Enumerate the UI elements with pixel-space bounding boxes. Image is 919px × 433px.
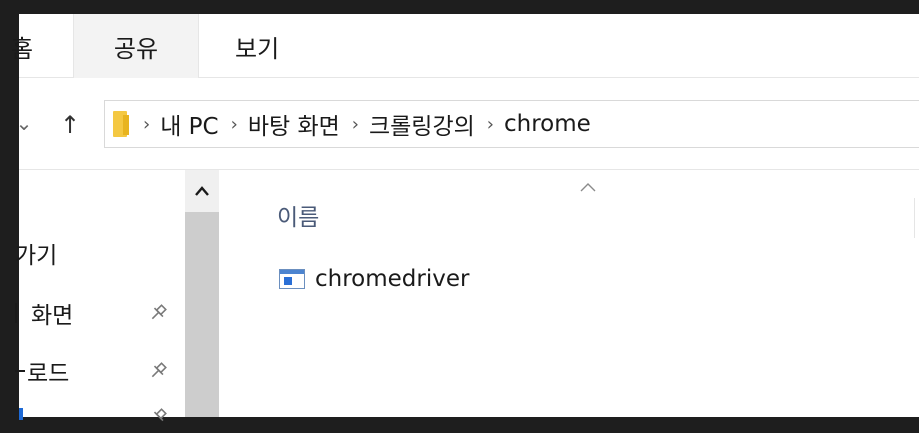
up-button[interactable]: ↑	[55, 110, 85, 140]
recent-locations-button[interactable]: ⌄	[13, 108, 35, 138]
chevron-right-icon[interactable]: ›	[231, 114, 238, 135]
nav-item-label: 로드	[27, 361, 70, 387]
pin-icon[interactable]	[142, 355, 173, 386]
file-item-chromedriver[interactable]: chromedriver	[279, 262, 469, 296]
chevron-down-icon: ⌄	[15, 111, 33, 135]
nav-item-downloads[interactable]: 로드	[15, 354, 69, 388]
breadcrumb-my-pc[interactable]: 내 PC	[160, 107, 218, 141]
tab-share-label: 공유	[113, 34, 159, 63]
file-explorer-window: 홈 공유 보기 ⌄ ↑ › 내 PC › 바탕 화면 › 크롤링강의 › chr…	[11, 14, 919, 422]
tab-view[interactable]: 보기	[199, 14, 319, 78]
chevron-right-icon: ›	[143, 113, 151, 135]
file-list: 이름 chromedriver	[219, 170, 919, 417]
arrow-up-icon: ↑	[59, 111, 81, 139]
truncated-glyph	[15, 370, 25, 372]
nav-item-label: 화면	[31, 303, 74, 329]
breadcrumb-chrome[interactable]: chrome	[504, 111, 591, 137]
ribbon-tabs: 홈 공유 보기	[11, 14, 919, 78]
truncated-glyph	[15, 303, 25, 323]
nav-item-label: 가기	[15, 243, 58, 269]
file-name: chromedriver	[315, 266, 470, 292]
breadcrumb-desktop[interactable]: 바탕 화면	[248, 107, 340, 141]
application-icon	[279, 269, 305, 289]
pin-icon-svg	[151, 304, 167, 320]
breadcrumb-crawling-lecture[interactable]: 크롤링강의	[369, 107, 475, 141]
column-header-name[interactable]: 이름	[277, 198, 319, 232]
column-divider[interactable]	[914, 198, 915, 238]
chevron-right-icon[interactable]: ›	[352, 114, 359, 135]
sort-ascending-icon	[579, 176, 597, 197]
pin-icon-svg	[151, 362, 167, 378]
tab-home[interactable]: 홈	[11, 14, 66, 78]
folder-icon	[113, 109, 131, 139]
pin-icon-svg	[153, 408, 167, 422]
address-bar[interactable]: › 내 PC › 바탕 화면 › 크롤링강의 › chrome	[104, 100, 919, 148]
scroll-up-button[interactable]	[185, 170, 219, 212]
tab-view-label: 보기	[235, 34, 280, 63]
tab-home-label: 홈	[11, 34, 34, 63]
pin-icon[interactable]	[142, 401, 173, 432]
nav-item-desktop[interactable]: 화면	[15, 296, 73, 330]
chevron-right-icon[interactable]: ›	[487, 114, 494, 135]
tab-share[interactable]: 공유	[73, 14, 199, 78]
scroll-thumb[interactable]	[185, 212, 219, 417]
nav-pane-scrollbar[interactable]	[185, 170, 219, 417]
nav-item-quick-access[interactable]: 가기	[15, 236, 57, 270]
chevron-up-icon	[195, 186, 209, 196]
nav-item-partial	[19, 408, 23, 420]
pin-icon[interactable]	[142, 297, 173, 328]
